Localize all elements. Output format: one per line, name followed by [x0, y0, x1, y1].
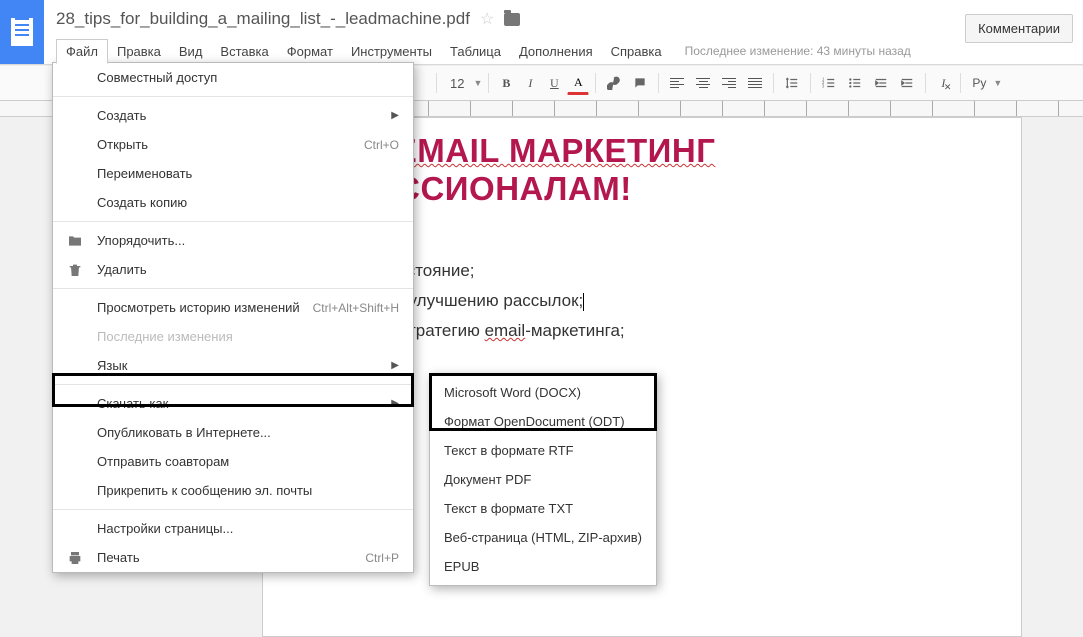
text-color-button[interactable]: A [567, 71, 589, 95]
menu-separator [53, 221, 413, 222]
menu-edit[interactable]: Правка [108, 40, 170, 63]
document-title[interactable]: 28_tips_for_building_a_mailing_list_-_le… [56, 9, 470, 29]
toolbar-separator [925, 73, 926, 93]
menu-view[interactable]: Вид [170, 40, 212, 63]
chevron-right-icon: ▶ [391, 110, 399, 121]
submenu-odt[interactable]: Формат OpenDocument (ODT) [430, 407, 656, 436]
align-left-icon [670, 78, 684, 88]
document-icon [11, 18, 33, 46]
toolbar-separator [810, 73, 811, 93]
menu-recent-changes: Последние изменения [53, 322, 413, 351]
comment-button[interactable] [628, 71, 652, 95]
align-justify-button[interactable] [743, 71, 767, 95]
menu-separator [53, 509, 413, 510]
menu-email-collaborators[interactable]: Отправить соавторам [53, 447, 413, 476]
download-as-submenu: Microsoft Word (DOCX) Формат OpenDocumen… [429, 373, 657, 586]
file-menu-dropdown: Совместный доступ Создать▶ ОткрытьCtrl+O… [52, 62, 414, 573]
menu-insert[interactable]: Вставка [211, 40, 277, 63]
folder-icon [67, 233, 83, 249]
align-center-button[interactable] [691, 71, 715, 95]
trash-icon [67, 262, 83, 278]
menu-delete[interactable]: Удалить [53, 255, 413, 284]
menu-tools[interactable]: Инструменты [342, 40, 441, 63]
menu-rename[interactable]: Переименовать [53, 159, 413, 188]
menu-file[interactable]: Файл [56, 39, 108, 64]
bullet-list-icon [848, 76, 862, 90]
chevron-right-icon: ▶ [391, 360, 399, 371]
menu-help[interactable]: Справка [602, 40, 671, 63]
comment-icon [633, 76, 647, 90]
bullet-list-button[interactable] [843, 71, 867, 95]
menu-separator [53, 96, 413, 97]
chevron-right-icon: ▶ [391, 398, 399, 409]
link-button[interactable] [602, 71, 626, 95]
ruler-ticks [428, 101, 1083, 116]
align-right-button[interactable] [717, 71, 741, 95]
outdent-icon [874, 76, 888, 90]
submenu-docx[interactable]: Microsoft Word (DOCX) [430, 378, 656, 407]
menu-language[interactable]: Язык▶ [53, 351, 413, 380]
docs-logo[interactable] [0, 0, 44, 64]
numbered-list-button[interactable]: 123 [817, 71, 841, 95]
italic-button[interactable]: I [519, 71, 541, 95]
toolbar-separator [773, 73, 774, 93]
menu-addons[interactable]: Дополнения [510, 40, 602, 63]
folder-icon[interactable] [504, 13, 520, 26]
align-left-button[interactable] [665, 71, 689, 95]
text-cursor [583, 293, 584, 311]
menu-format[interactable]: Формат [278, 40, 342, 63]
fontsize-value[interactable]: 12 [443, 71, 471, 95]
menu-email-attachment[interactable]: Прикрепить к сообщению эл. почты [53, 476, 413, 505]
submenu-pdf[interactable]: Документ PDF [430, 465, 656, 494]
menu-separator [53, 288, 413, 289]
toolbar-separator [488, 73, 489, 93]
bold-button[interactable]: B [495, 71, 517, 95]
submenu-epub[interactable]: EPUB [430, 552, 656, 581]
menu-separator [53, 384, 413, 385]
line-spacing-icon [785, 76, 799, 90]
menu-history[interactable]: Просмотреть историю измененийCtrl+Alt+Sh… [53, 293, 413, 322]
indent-button[interactable] [895, 71, 919, 95]
star-icon[interactable]: ☆ [480, 9, 494, 29]
comments-button[interactable]: Комментарии [965, 14, 1073, 43]
menu-make-copy[interactable]: Создать копию [53, 188, 413, 217]
shortcut-label: Ctrl+P [365, 551, 399, 565]
clear-formatting-button[interactable]: I✕ [932, 71, 954, 95]
menu-share[interactable]: Совместный доступ [53, 63, 413, 92]
input-mode-button[interactable]: Ру [967, 71, 991, 95]
menu-page-setup[interactable]: Настройки страницы... [53, 514, 413, 543]
print-icon [67, 550, 83, 566]
menu-table[interactable]: Таблица [441, 40, 510, 63]
toolbar-separator [960, 73, 961, 93]
submenu-rtf[interactable]: Текст в формате RTF [430, 436, 656, 465]
submenu-html[interactable]: Веб-страница (HTML, ZIP-архив) [430, 523, 656, 552]
menu-download-as[interactable]: Скачать как▶ [53, 389, 413, 418]
line-spacing-button[interactable] [780, 71, 804, 95]
menu-open[interactable]: ОткрытьCtrl+O [53, 130, 413, 159]
outdent-button[interactable] [869, 71, 893, 95]
menu-new[interactable]: Создать▶ [53, 101, 413, 130]
submenu-txt[interactable]: Текст в формате TXT [430, 494, 656, 523]
align-justify-icon [748, 78, 762, 88]
toolbar-separator [436, 73, 437, 93]
toolbar-separator [658, 73, 659, 93]
shortcut-label: Ctrl+O [364, 138, 399, 152]
shortcut-label: Ctrl+Alt+Shift+H [313, 301, 399, 315]
toolbar-separator [595, 73, 596, 93]
align-right-icon [722, 78, 736, 88]
svg-text:3: 3 [822, 84, 825, 89]
align-center-icon [696, 78, 710, 88]
clear-formatting-icon: I✕ [941, 76, 945, 91]
menu-organize[interactable]: Упорядочить... [53, 226, 413, 255]
menu-publish[interactable]: Опубликовать в Интернете... [53, 418, 413, 447]
indent-icon [900, 76, 914, 90]
link-icon [607, 76, 621, 90]
underline-button[interactable]: U [543, 71, 565, 95]
menu-print[interactable]: ПечатьCtrl+P [53, 543, 413, 572]
numbered-list-icon: 123 [822, 76, 836, 90]
last-edit-label[interactable]: Последнее изменение: 43 минуты назад [685, 44, 911, 58]
